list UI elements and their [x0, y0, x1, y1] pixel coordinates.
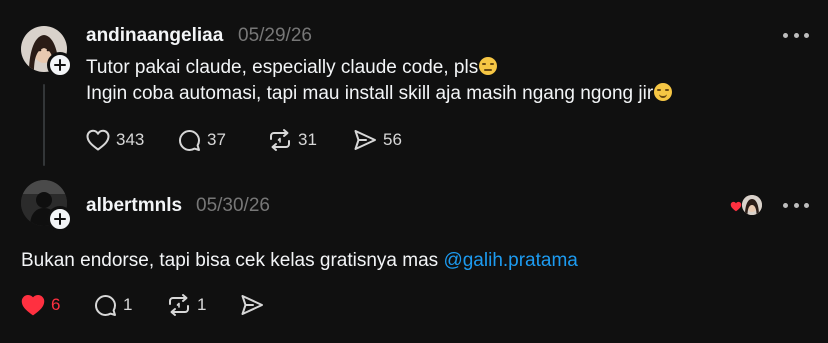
- like-count: 343: [116, 130, 145, 149]
- follow-plus-button[interactable]: [47, 52, 73, 78]
- comment-count: 1: [123, 295, 133, 314]
- post-text-line: Ingin coba automasi, tapi mau install sk…: [86, 81, 673, 107]
- pensive-face-emoji: [479, 57, 498, 75]
- comment-button[interactable]: 37: [178, 129, 268, 152]
- avatar-albertmnls[interactable]: [21, 180, 73, 232]
- heart-icon: [730, 201, 742, 212]
- follow-plus-button[interactable]: [47, 206, 73, 232]
- more-icon-dot: [793, 32, 799, 38]
- more-icon-dot: [783, 202, 788, 208]
- plus-icon: [54, 213, 66, 225]
- repost-count: 1: [197, 295, 207, 314]
- repost-count: 31: [298, 130, 317, 149]
- post-actions: 6 1 1: [21, 293, 264, 317]
- thread-post-2: albertmnls 05/30/26 Bukan endorse, tapi …: [0, 170, 828, 343]
- liker-avatar: [742, 195, 762, 215]
- share-icon: [241, 295, 263, 315]
- heart-icon: [21, 295, 45, 316]
- avatar-andinaangeliaa[interactable]: [21, 26, 73, 78]
- like-button[interactable]: 6: [21, 294, 94, 316]
- mention-link[interactable]: @galih.pratama: [443, 250, 577, 271]
- comment-icon: [95, 294, 116, 316]
- username[interactable]: albertmnls: [86, 195, 182, 217]
- author-liked-indicator: [730, 193, 764, 217]
- like-count: 6: [51, 295, 61, 314]
- plus-icon: [54, 59, 66, 71]
- thread-connector-line: [43, 84, 45, 166]
- repost-button[interactable]: 31: [268, 128, 353, 152]
- share-button[interactable]: [240, 294, 264, 316]
- post-date: 05/29/26: [238, 25, 312, 46]
- heart-icon: [86, 129, 110, 151]
- post-text-content: Bukan endorse, tapi bisa cek kelas grati…: [21, 250, 444, 271]
- share-icon: [354, 130, 376, 150]
- username[interactable]: andinaangeliaa: [86, 25, 223, 47]
- comment-count: 37: [207, 130, 226, 149]
- share-button[interactable]: 56: [353, 129, 402, 151]
- more-icon-dot: [783, 32, 788, 38]
- more-options-button[interactable]: [783, 28, 809, 42]
- repost-icon: [270, 129, 290, 151]
- more-icon-dot: [804, 32, 809, 38]
- repost-button[interactable]: 1: [167, 293, 240, 317]
- more-icon-dot: [793, 202, 799, 208]
- slightly-smiling-face-emoji: [654, 83, 673, 101]
- like-button[interactable]: 343: [86, 129, 178, 151]
- post-text: Bukan endorse, tapi bisa cek kelas grati…: [21, 248, 578, 274]
- post-date: 05/30/26: [196, 195, 270, 216]
- share-count: 56: [383, 130, 402, 149]
- post-text: Tutor pakai claude, especially claude co…: [86, 55, 673, 107]
- comment-icon: [179, 129, 200, 151]
- post-text-line: Tutor pakai claude, especially claude co…: [86, 55, 672, 81]
- repost-icon: [169, 294, 189, 316]
- thread-post-1: andinaangeliaa 05/29/26 Tutor pakai clau…: [0, 0, 828, 170]
- comment-button[interactable]: 1: [94, 294, 167, 317]
- post-actions: 343 37 31 56: [86, 128, 402, 152]
- more-options-button[interactable]: [783, 198, 809, 212]
- more-icon-dot: [804, 202, 809, 208]
